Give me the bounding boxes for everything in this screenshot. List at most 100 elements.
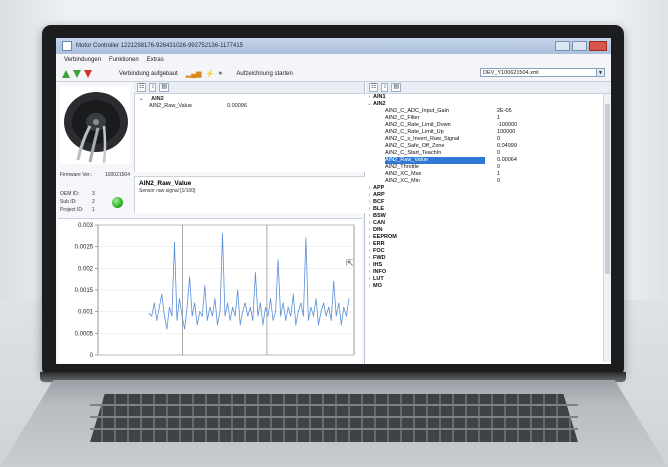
minimize-button[interactable] xyxy=(555,41,570,51)
data-point xyxy=(196,324,198,326)
list-view-icon[interactable]: ▤ xyxy=(159,83,170,92)
disconnect-arrow-icon[interactable] xyxy=(84,69,92,78)
chevron-right-icon[interactable]: › xyxy=(366,255,373,262)
toolbar: Verbindung aufgebaut ▂▄▆ ⚡ ● Aufzeichnun… xyxy=(56,66,611,82)
tree-group[interactable]: › FOC xyxy=(366,248,602,255)
chevron-right-icon[interactable]: › xyxy=(366,213,373,220)
chevron-right-icon[interactable]: › xyxy=(366,199,373,206)
tree-group[interactable]: › EEPROM xyxy=(366,234,602,241)
record-icon[interactable]: ● xyxy=(218,70,222,77)
tree-view-icon[interactable]: ☷ xyxy=(369,83,379,92)
file-select[interactable]: DEV_Y100621504.xml ▼ xyxy=(480,68,605,77)
chevron-down-icon[interactable]: ▼ xyxy=(596,69,604,76)
tree-node-value: 0 xyxy=(497,178,501,184)
tree-node-label: EEPROM xyxy=(373,234,397,240)
download-arrow-icon[interactable] xyxy=(73,69,81,78)
tree-group[interactable]: › DIN xyxy=(366,227,602,234)
chevron-right-icon[interactable]: › xyxy=(366,269,373,276)
chevron-down-icon[interactable]: ⌄ xyxy=(366,101,373,108)
tree-parameter[interactable]: AIN2_XC_Max 1 xyxy=(366,171,602,178)
tree-group[interactable]: › IHS xyxy=(366,262,602,269)
keyboard-row-divider xyxy=(90,428,578,430)
chevron-right-icon[interactable]: › xyxy=(366,276,373,283)
tree-parameter[interactable]: AIN2_Throttle 0 xyxy=(366,164,602,171)
data-point xyxy=(277,259,279,261)
close-button[interactable] xyxy=(589,41,607,51)
chevron-right-icon[interactable]: › xyxy=(366,94,373,101)
data-point xyxy=(199,311,201,313)
chevron-right-icon[interactable]: › xyxy=(366,206,373,213)
list-view-icon[interactable]: ▤ xyxy=(391,83,402,92)
tree-node-label: AIN2_C_Safe_Off_Zone xyxy=(385,143,445,149)
tree-group[interactable]: › CAN xyxy=(366,220,602,227)
tree-parameter[interactable]: AIN2_C_Start_TeachIn 0 xyxy=(366,150,602,157)
tree-parameter[interactable]: AIN2_C_ADC_Input_Gain 2E-05 xyxy=(366,108,602,115)
vertical-scrollbar[interactable] xyxy=(603,94,611,362)
tree-parameter[interactable]: AIN2_C_s_Invert_Raw_Signal 0 xyxy=(366,136,602,143)
maximize-button[interactable] xyxy=(572,41,587,51)
chevron-right-icon[interactable]: › xyxy=(366,262,373,269)
mouse-cursor-icon: ⇱ xyxy=(346,258,354,268)
tree-parameter[interactable]: AIN2_Raw_Value 0.00064 xyxy=(366,157,602,164)
tree-item[interactable]: AIN2_Raw_Value 0.00096 xyxy=(135,103,365,110)
data-point xyxy=(315,298,317,300)
data-point xyxy=(224,315,226,317)
oem-id-value: 3 xyxy=(92,191,95,197)
upload-arrow-icon[interactable] xyxy=(62,69,70,78)
tree-group[interactable]: › ERR xyxy=(366,241,602,248)
tree-node-label: BLE xyxy=(373,206,384,212)
data-point xyxy=(204,285,206,287)
status-led xyxy=(112,197,123,208)
chevron-right-icon[interactable]: › xyxy=(366,241,373,248)
scrollbar-thumb[interactable] xyxy=(605,104,610,274)
tree-group[interactable]: › AIN1 xyxy=(366,94,602,101)
tree-node-value: 2E-05 xyxy=(497,108,512,114)
tree-group[interactable]: › FWD xyxy=(366,255,602,262)
tree-group[interactable]: › ARP xyxy=(366,192,602,199)
data-point xyxy=(307,319,309,321)
data-point xyxy=(179,298,180,300)
tree-node-label: LUT xyxy=(373,276,384,282)
sort-icon[interactable]: ↕ xyxy=(149,83,157,92)
data-point xyxy=(189,276,191,278)
chevron-right-icon[interactable]: › xyxy=(366,283,373,290)
tree-parameter[interactable]: AIN2_C_Rate_Limit_Down -100000 xyxy=(366,122,602,129)
tree-parameter[interactable]: AIN2_C_Rate_Limit_Up 100000 xyxy=(366,129,602,136)
signal-bars-icon[interactable]: ▂▄▆ xyxy=(186,70,202,78)
chevron-right-icon[interactable]: › xyxy=(366,227,373,234)
chevron-down-icon[interactable]: ⌄ xyxy=(139,96,144,102)
tree-node-value: 0 xyxy=(497,150,501,156)
chevron-right-icon[interactable]: › xyxy=(366,185,373,192)
tree-view-icon[interactable]: ☷ xyxy=(137,83,147,92)
record-start-button[interactable]: Aufzeichnung starten xyxy=(236,71,292,77)
data-point xyxy=(282,302,284,304)
tree-group[interactable]: ⌄ AIN2 xyxy=(135,96,365,103)
menu-extras[interactable]: Extras xyxy=(147,57,164,63)
tree-group[interactable]: › BSW xyxy=(366,213,602,220)
menu-verbindungen[interactable]: Verbindungen xyxy=(64,57,101,63)
tree-group[interactable]: › APP xyxy=(366,185,602,192)
tree-parameter[interactable]: AIN2_XC_Min 0 xyxy=(366,178,602,185)
scope-icon[interactable]: ⚡ xyxy=(205,70,214,78)
chevron-right-icon[interactable]: › xyxy=(366,192,373,199)
tree-group[interactable]: › LUT xyxy=(366,276,602,283)
tree-group[interactable]: › INFO xyxy=(366,269,602,276)
data-point xyxy=(227,302,229,304)
sort-icon[interactable]: ↕ xyxy=(381,83,389,92)
menu-funktionen[interactable]: Funktionen xyxy=(109,57,139,63)
tree-group[interactable]: › BLE xyxy=(366,206,602,213)
chevron-right-icon[interactable]: › xyxy=(366,248,373,255)
chevron-right-icon[interactable]: › xyxy=(366,220,373,227)
tree-group[interactable]: › BCF xyxy=(366,199,602,206)
tree-group[interactable]: ⌄ AIN2 xyxy=(366,101,602,108)
tree-parameter[interactable]: AIN2_C_Safe_Off_Zone 0.04999 xyxy=(366,143,602,150)
tree-parameter[interactable]: AIN2_C_Filter 1 xyxy=(366,115,602,122)
tree-group[interactable]: › MO xyxy=(366,283,602,290)
window-controls xyxy=(555,41,607,51)
chevron-right-icon[interactable]: › xyxy=(366,234,373,241)
